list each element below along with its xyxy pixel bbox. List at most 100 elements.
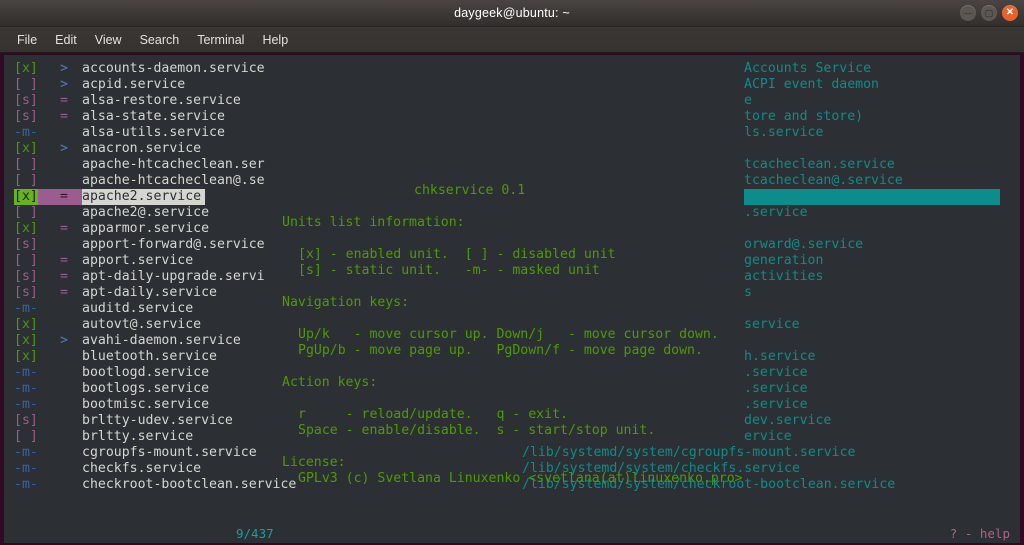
unit-name[interactable]: cgroupfs-mount.service [82, 445, 257, 461]
menu-item-file[interactable]: File [8, 31, 46, 49]
unit-state-marker[interactable]: [s] [14, 93, 38, 109]
unit-description: ACPI event daemon [744, 77, 879, 93]
unit-load-marker: > [60, 141, 68, 157]
unit-name[interactable]: checkfs.service [82, 461, 201, 477]
unit-state-marker[interactable]: [ ] [14, 253, 38, 269]
unit-description: activities [744, 269, 823, 285]
unit-state-marker[interactable]: -m- [14, 381, 38, 397]
close-button[interactable]: ✕ [1002, 5, 1018, 21]
unit-state-marker[interactable]: [s] [14, 109, 38, 125]
unit-name[interactable]: apt-daily-upgrade.servi [82, 269, 265, 285]
unit-state-marker[interactable]: [x] [14, 221, 38, 237]
help-actions-line-1: r - reload/update. q - exit. [298, 407, 568, 423]
unit-state-marker[interactable]: [x] [14, 61, 38, 77]
menu-item-view[interactable]: View [86, 31, 131, 49]
minimize-icon: — [964, 9, 973, 18]
menu-item-edit[interactable]: Edit [46, 31, 86, 49]
unit-name[interactable]: apache2@.service [82, 205, 209, 221]
unit-name[interactable]: acpid.service [82, 77, 185, 93]
unit-description: dev.service [744, 413, 831, 429]
unit-name[interactable]: avahi-daemon.service [82, 333, 241, 349]
help-actions-heading: Action keys: [282, 375, 377, 391]
unit-state-marker[interactable]: [ ] [14, 429, 38, 445]
unit-state-marker[interactable]: [ ] [14, 205, 38, 221]
unit-load-marker: = [60, 269, 68, 285]
unit-name[interactable]: apache-htcacheclean.ser [82, 157, 265, 173]
unit-state-marker[interactable]: -m- [14, 477, 38, 493]
unit-description: /lib/systemd/system/cgroupfs-mount.servi… [522, 445, 855, 461]
unit-description: service [744, 317, 800, 333]
unit-name[interactable]: bluetooth.service [82, 349, 217, 365]
unit-name[interactable]: apport-forward@.service [82, 237, 265, 253]
unit-name[interactable]: apache2.service [82, 189, 205, 205]
unit-description: .service [744, 365, 808, 381]
unit-state-marker[interactable]: [s] [14, 237, 38, 253]
unit-description: orward@.service [744, 237, 863, 253]
terminal-viewport[interactable]: [x] > accounts-daemon.service [ ] > acpid.ser… [4, 55, 1020, 543]
unit-state-marker[interactable]: -m- [14, 445, 38, 461]
unit-name[interactable]: brltty-udev.service [82, 413, 233, 429]
unit-state-marker[interactable]: [x] [14, 141, 38, 157]
help-legend-line-1: [x] - enabled unit. [ ] - disabled unit [298, 247, 616, 263]
unit-name[interactable]: anacron.service [82, 141, 201, 157]
unit-state-marker[interactable]: [x] [14, 333, 38, 349]
unit-state-marker[interactable]: [ ] [14, 173, 38, 189]
unit-state-marker[interactable]: [s] [14, 413, 38, 429]
unit-load-marker: = [60, 285, 68, 301]
unit-description: Accounts Service [744, 61, 871, 77]
unit-description: e [744, 93, 752, 109]
unit-description: .service [744, 397, 808, 413]
unit-description: .service [744, 205, 808, 221]
unit-name[interactable]: bootmisc.service [82, 397, 209, 413]
help-license-heading: License: [282, 455, 346, 471]
unit-state-marker[interactable]: -m- [14, 461, 38, 477]
unit-name[interactable]: brltty.service [82, 429, 193, 445]
help-navigation-line-2: PgUp/b - move page up. PgDown/f - move p… [298, 343, 703, 359]
unit-description: h.service [744, 349, 815, 365]
unit-name[interactable]: accounts-daemon.service [82, 61, 265, 77]
unit-state-marker[interactable]: -m- [14, 397, 38, 413]
unit-position-counter: 9/437 [236, 525, 274, 543]
help-actions-line-2: Space - enable/disable. s - start/stop u… [298, 423, 655, 439]
unit-state-marker[interactable]: [s] [14, 285, 38, 301]
unit-name[interactable]: apache-htcacheclean@.se [82, 173, 265, 189]
window-title: daygeek@ubuntu: ~ [454, 6, 570, 20]
menu-item-search[interactable]: Search [131, 31, 189, 49]
unit-load-marker: > [60, 61, 68, 77]
unit-description: .service [744, 381, 808, 397]
unit-name[interactable]: auditd.service [82, 301, 193, 317]
unit-state-marker[interactable]: [s] [14, 269, 38, 285]
help-units-heading: Units list information: [282, 215, 465, 231]
unit-state-marker[interactable]: [x] [14, 349, 38, 365]
unit-description: tore and store) [744, 109, 863, 125]
window-controls: — ▢ ✕ [960, 0, 1018, 26]
unit-description: tcacheclean@.service [744, 173, 903, 189]
unit-state-marker[interactable]: [x] [14, 189, 38, 205]
help-license-line-1: GPLv3 (c) Svetlana Linuxenko <svetlana(a… [298, 471, 743, 487]
unit-description: s [744, 285, 752, 301]
unit-name[interactable]: checkroot-bootclean.service [82, 477, 296, 493]
menu-item-help[interactable]: Help [253, 31, 297, 49]
unit-description: tcacheclean.service [744, 157, 895, 173]
unit-state-marker[interactable]: [ ] [14, 157, 38, 173]
unit-name[interactable]: alsa-state.service [82, 109, 225, 125]
unit-name[interactable]: alsa-restore.service [82, 93, 241, 109]
unit-name[interactable]: apport.service [82, 253, 193, 269]
unit-name[interactable]: alsa-utils.service [82, 125, 225, 141]
unit-name[interactable]: apparmor.service [82, 221, 209, 237]
chkservice-screen[interactable]: [x] > accounts-daemon.service [ ] > acpid.ser… [4, 55, 1020, 543]
help-navigation-heading: Navigation keys: [282, 295, 409, 311]
menu-item-terminal[interactable]: Terminal [188, 31, 253, 49]
unit-name[interactable]: bootlogd.service [82, 365, 209, 381]
title-bar: daygeek@ubuntu: ~ — ▢ ✕ [0, 0, 1024, 27]
unit-state-marker[interactable]: -m- [14, 365, 38, 381]
unit-state-marker[interactable]: [ ] [14, 77, 38, 93]
unit-state-marker[interactable]: [x] [14, 317, 38, 333]
unit-name[interactable]: bootlogs.service [82, 381, 209, 397]
minimize-button[interactable]: — [960, 5, 976, 21]
maximize-button[interactable]: ▢ [981, 5, 997, 21]
unit-state-marker[interactable]: -m- [14, 301, 38, 317]
unit-name[interactable]: autovt@.service [82, 317, 201, 333]
unit-name[interactable]: apt-daily.service [82, 285, 217, 301]
unit-state-marker[interactable]: -m- [14, 125, 38, 141]
